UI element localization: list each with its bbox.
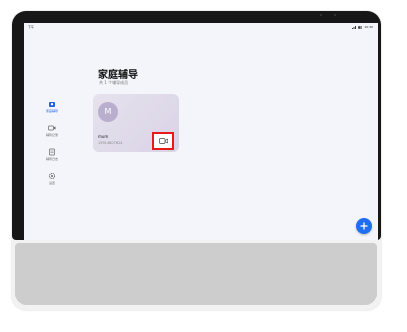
signal-icon (352, 25, 357, 29)
screen-bezel: 下午 10:30 家庭辅导 辅导记录 辅导日志 设置 家庭辅导 共 1 个辅导成… (12, 11, 381, 240)
video-call-icon (159, 138, 168, 144)
member-card[interactable]: M mum 15914807624 (93, 94, 179, 152)
page-subtitle: 共 1 个辅导成员 (99, 80, 129, 85)
status-bar: 下午 10:30 (24, 23, 378, 31)
family-tutoring-icon (49, 102, 55, 107)
nav-label-records: 辅导记录 (45, 133, 58, 137)
nav-item-logs[interactable]: 辅导日志 (42, 148, 62, 161)
status-right: 10:30 (352, 25, 373, 29)
status-left-text: 下午 (28, 25, 35, 29)
nav-label-family-tutoring: 家庭辅导 (45, 109, 58, 113)
app-screen: 下午 10:30 家庭辅导 辅导记录 辅导日志 设置 家庭辅导 共 1 个辅导成… (24, 23, 378, 240)
settings-icon (48, 172, 56, 180)
video-call-button[interactable] (152, 132, 174, 150)
battery-icon (358, 25, 363, 29)
speaker-grille (15, 243, 377, 305)
plus-icon (360, 222, 368, 230)
member-name: mum (98, 134, 109, 139)
device-frame: 下午 10:30 家庭辅导 辅导记录 辅导日志 设置 家庭辅导 共 1 个辅导成… (12, 11, 381, 310)
add-member-button[interactable] (356, 218, 372, 234)
camera-icon (320, 14, 322, 16)
log-book-icon (49, 148, 55, 156)
status-time: 10:30 (364, 25, 373, 29)
nav-label-settings: 设置 (48, 181, 55, 185)
video-record-icon (48, 125, 56, 131)
nav-item-records[interactable]: 辅导记录 (42, 124, 62, 137)
avatar: M (98, 102, 118, 122)
member-phone: 15914807624 (98, 141, 123, 145)
nav-label-logs: 辅导日志 (45, 157, 58, 161)
nav-item-settings[interactable]: 设置 (42, 172, 62, 185)
page-title: 家庭辅导 (98, 70, 138, 81)
sensor-icon (334, 14, 336, 16)
nav-item-family-tutoring[interactable]: 家庭辅导 (42, 100, 62, 113)
